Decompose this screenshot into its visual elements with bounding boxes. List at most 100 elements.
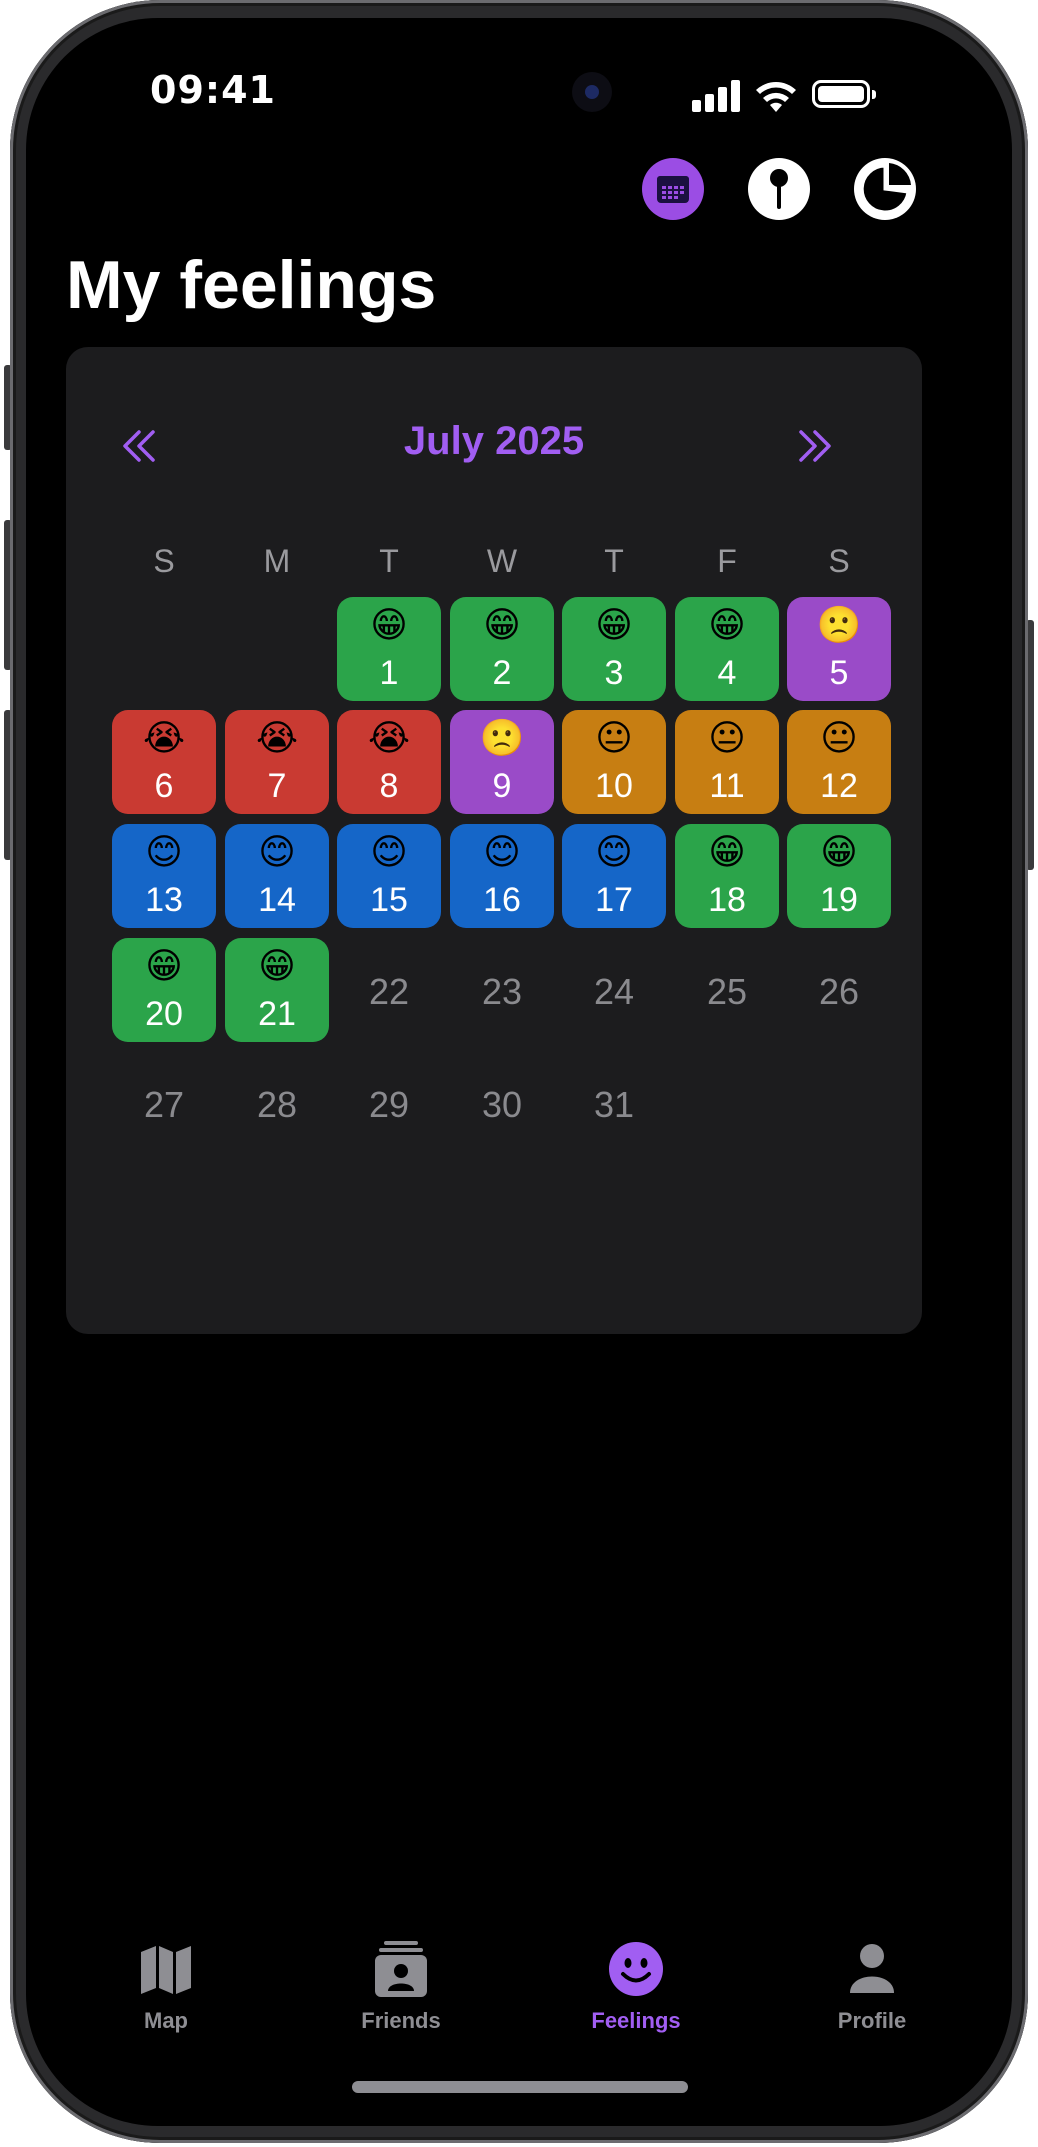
weekday-label: S: [153, 543, 175, 579]
day-number: 11: [709, 767, 745, 805]
tab-friends-label: Friends: [361, 2008, 441, 2033]
tab-feelings-label: Feelings: [591, 2008, 681, 2033]
status-time: 09:41: [150, 68, 276, 112]
map-icon: [141, 1946, 191, 1994]
day-number: 4: [717, 654, 737, 692]
day-number: 24: [593, 971, 635, 1012]
page-title: My feelings: [66, 247, 437, 323]
day-number: 26: [818, 971, 860, 1012]
day-number: 2: [492, 654, 512, 692]
weekday-label: T: [604, 543, 624, 579]
mood-emoji: 😭: [142, 718, 186, 759]
calendar-day[interactable]: 22: [337, 938, 441, 1042]
calendar-day[interactable]: 😁 19: [787, 824, 891, 928]
day-number: 27: [143, 1084, 185, 1125]
calendar-day[interactable]: 25: [675, 938, 779, 1042]
calendar-icon: [657, 176, 689, 203]
mood-emoji: 😐: [708, 718, 746, 759]
day-number: 23: [481, 971, 523, 1012]
mood-emoji: 😐: [595, 718, 633, 759]
mood-emoji: 😁: [595, 605, 633, 646]
calendar-day[interactable]: 😐 10: [562, 710, 666, 814]
mood-emoji: 😁: [820, 832, 858, 873]
calendar-day[interactable]: 🙁 5: [787, 597, 891, 701]
calendar-day[interactable]: 😁 1: [337, 597, 441, 701]
mood-emoji: 😊: [370, 832, 408, 873]
calendar-day[interactable]: 😁 2: [450, 597, 554, 701]
day-number: 28: [256, 1084, 298, 1125]
day-number: 12: [820, 767, 858, 805]
mood-emoji: 😁: [708, 832, 746, 873]
friends-icon: [375, 1941, 427, 1997]
calendar-day[interactable]: 😭 6: [112, 710, 216, 814]
pin-icon: [770, 169, 788, 209]
day-number: 9: [492, 767, 512, 805]
day-number: 13: [145, 881, 183, 919]
day-number: 15: [370, 881, 408, 919]
day-number: 10: [595, 767, 633, 805]
calendar-day[interactable]: 😊 13: [112, 824, 216, 928]
wifi-icon: [754, 78, 798, 114]
calendar-day[interactable]: 😁 21: [225, 938, 329, 1042]
calendar-day[interactable]: 😁 3: [562, 597, 666, 701]
weekday-label: F: [717, 543, 737, 579]
mood-emoji: 😊: [145, 832, 183, 873]
calendar-day[interactable]: 😊 14: [225, 824, 329, 928]
tab-map[interactable]: Map: [96, 1940, 236, 2034]
calendar-day[interactable]: 🙁 9: [450, 710, 554, 814]
weekday-label: W: [486, 543, 518, 579]
day-number: 5: [829, 654, 849, 692]
tab-friends[interactable]: Friends: [331, 1940, 471, 2034]
calendar-day[interactable]: 27: [112, 1051, 216, 1155]
mood-emoji: 😭: [255, 718, 299, 759]
day-number: 3: [604, 654, 624, 692]
next-month-button[interactable]: [790, 421, 840, 471]
tab-profile[interactable]: Profile: [802, 1940, 942, 2034]
day-number: 1: [379, 654, 399, 692]
mood-emoji: 😁: [145, 946, 183, 987]
calendar-day[interactable]: 😁 20: [112, 938, 216, 1042]
calendar-day[interactable]: 😭 7: [225, 710, 329, 814]
pin-view-button[interactable]: [748, 158, 810, 220]
weekday-label: T: [379, 543, 399, 579]
mood-emoji: 😁: [708, 605, 746, 646]
calendar-day[interactable]: 😊 16: [450, 824, 554, 928]
mood-emoji: 😁: [483, 605, 521, 646]
calendar-view-button[interactable]: [642, 158, 704, 220]
calendar-day[interactable]: 😐 11: [675, 710, 779, 814]
calendar-day[interactable]: 24: [562, 938, 666, 1042]
mood-emoji: 😁: [370, 605, 408, 646]
mood-emoji: 😁: [258, 946, 296, 987]
calendar-day[interactable]: 23: [450, 938, 554, 1042]
calendar-day[interactable]: 😭 8: [337, 710, 441, 814]
calendar-day[interactable]: 😁 4: [675, 597, 779, 701]
day-number: 16: [483, 881, 521, 919]
home-indicator[interactable]: [352, 2081, 688, 2093]
calendar-day[interactable]: 😊 17: [562, 824, 666, 928]
day-number: 22: [368, 971, 410, 1012]
day-number: 14: [258, 881, 296, 919]
calendar-day[interactable]: 😐 12: [787, 710, 891, 814]
calendar-day[interactable]: 29: [337, 1051, 441, 1155]
calendar-day[interactable]: 28: [225, 1051, 329, 1155]
calendar-day[interactable]: 30: [450, 1051, 554, 1155]
calendar-day[interactable]: 31: [562, 1051, 666, 1155]
calendar-day[interactable]: 😊 15: [337, 824, 441, 928]
day-number: 29: [368, 1084, 410, 1125]
person-icon: [850, 1944, 894, 1993]
mood-emoji: 😊: [483, 832, 521, 873]
day-number: 30: [481, 1084, 523, 1125]
tab-profile-label: Profile: [837, 2008, 907, 2033]
chart-view-button[interactable]: [854, 158, 916, 220]
calendar-day[interactable]: 😁 18: [675, 824, 779, 928]
day-number: 20: [145, 995, 183, 1033]
mood-emoji: 😊: [595, 832, 633, 873]
calendar-day[interactable]: 26: [787, 938, 891, 1042]
tab-feelings[interactable]: Feelings: [566, 1940, 706, 2034]
day-number: 18: [708, 881, 746, 919]
tab-map-label: Map: [144, 2008, 188, 2033]
pie-chart-icon: [860, 163, 911, 214]
battery-icon: [812, 80, 876, 108]
mood-emoji: 😭: [367, 718, 411, 759]
day-number: 19: [820, 881, 858, 919]
